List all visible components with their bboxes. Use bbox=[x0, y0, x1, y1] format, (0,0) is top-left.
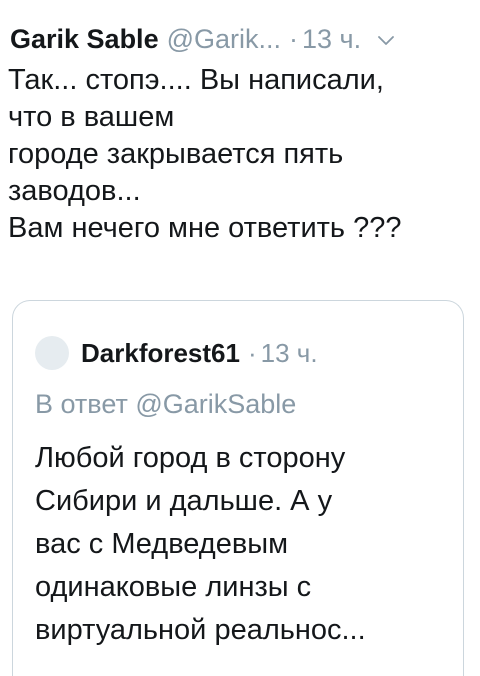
header-separator: · bbox=[289, 23, 299, 54]
quoted-tweet-header: Darkforest61 · 13 ч. bbox=[35, 335, 318, 371]
reply-prefix: В ответ bbox=[35, 389, 128, 419]
quoted-author-name: Darkforest61 bbox=[81, 337, 240, 368]
quoted-header-separator: · bbox=[247, 337, 257, 368]
tweet-text-line: что в вашем bbox=[8, 101, 175, 133]
quoted-tweet-card[interactable]: Darkforest61 · 13 ч. В ответ @GarikSable… bbox=[12, 300, 464, 676]
quoted-text-line: Любой город в сторону bbox=[35, 442, 346, 474]
author-handle[interactable]: @Garik... bbox=[167, 24, 281, 55]
tweet[interactable]: Garik Sable @Garik... · 13 ч. Так... сто… bbox=[0, 0, 480, 676]
quoted-text-line: Сибири и дальше. А у bbox=[35, 485, 333, 517]
tweet-text-line: Так... стопэ.... Вы написали, bbox=[8, 64, 384, 96]
quoted-text-line: виртуальной реальнос... bbox=[35, 614, 366, 646]
author-name[interactable]: Garik Sable bbox=[10, 24, 159, 55]
tweet-text-line: заводов... bbox=[8, 175, 141, 207]
tweet-timestamp[interactable]: 13 ч. bbox=[302, 24, 361, 55]
tweet-text: Так... стопэ.... Вы написали, что в ваше… bbox=[8, 62, 468, 247]
quoted-tweet-text: Любой город в сторону Сибири и дальше. А… bbox=[35, 437, 455, 652]
chevron-down-icon[interactable] bbox=[375, 28, 397, 50]
quoted-tweet-timestamp: 13 ч. bbox=[260, 337, 318, 368]
tweet-text-line: городе закрывается пять bbox=[8, 138, 344, 170]
reply-context: В ответ @GarikSable bbox=[35, 389, 296, 420]
avatar[interactable] bbox=[35, 336, 69, 370]
reply-mention[interactable]: @GarikSable bbox=[135, 389, 296, 419]
quoted-text-line: вас с Медведевым bbox=[35, 528, 289, 560]
tweet-header: Garik Sable @Garik... · 13 ч. bbox=[10, 22, 470, 56]
tweet-text-line: Вам нечего мне ответить ??? bbox=[8, 212, 402, 244]
quoted-text-line: одинаковые линзы с bbox=[35, 571, 312, 603]
